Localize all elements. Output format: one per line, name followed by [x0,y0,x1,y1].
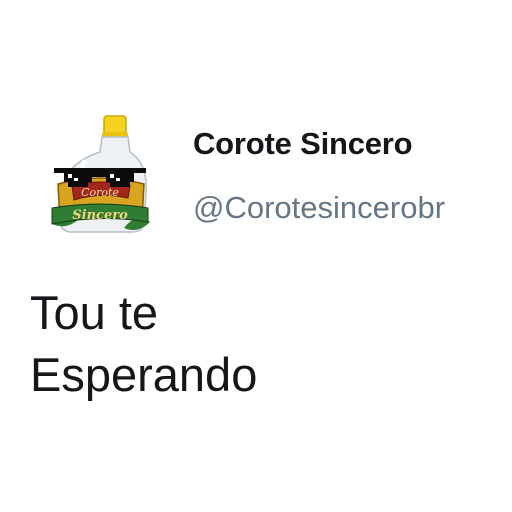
tweet-card: Corote Sincero Corote Sincero @Corotesin… [0,0,512,512]
svg-text:Sincero: Sincero [72,208,128,223]
tweet-line: Tou te [30,286,159,339]
tweet-text: Tou te Esperando [30,282,490,406]
profile-avatar[interactable]: Corote Sincero [44,112,156,238]
display-name[interactable]: Corote Sincero [193,124,413,164]
svg-text:Corote: Corote [81,186,119,199]
corote-bottle-sunglasses-logo-icon: Corote Sincero [51,115,150,233]
tweet-line: Esperando [30,348,258,401]
user-handle[interactable]: @Corotesincerobr [193,188,445,228]
